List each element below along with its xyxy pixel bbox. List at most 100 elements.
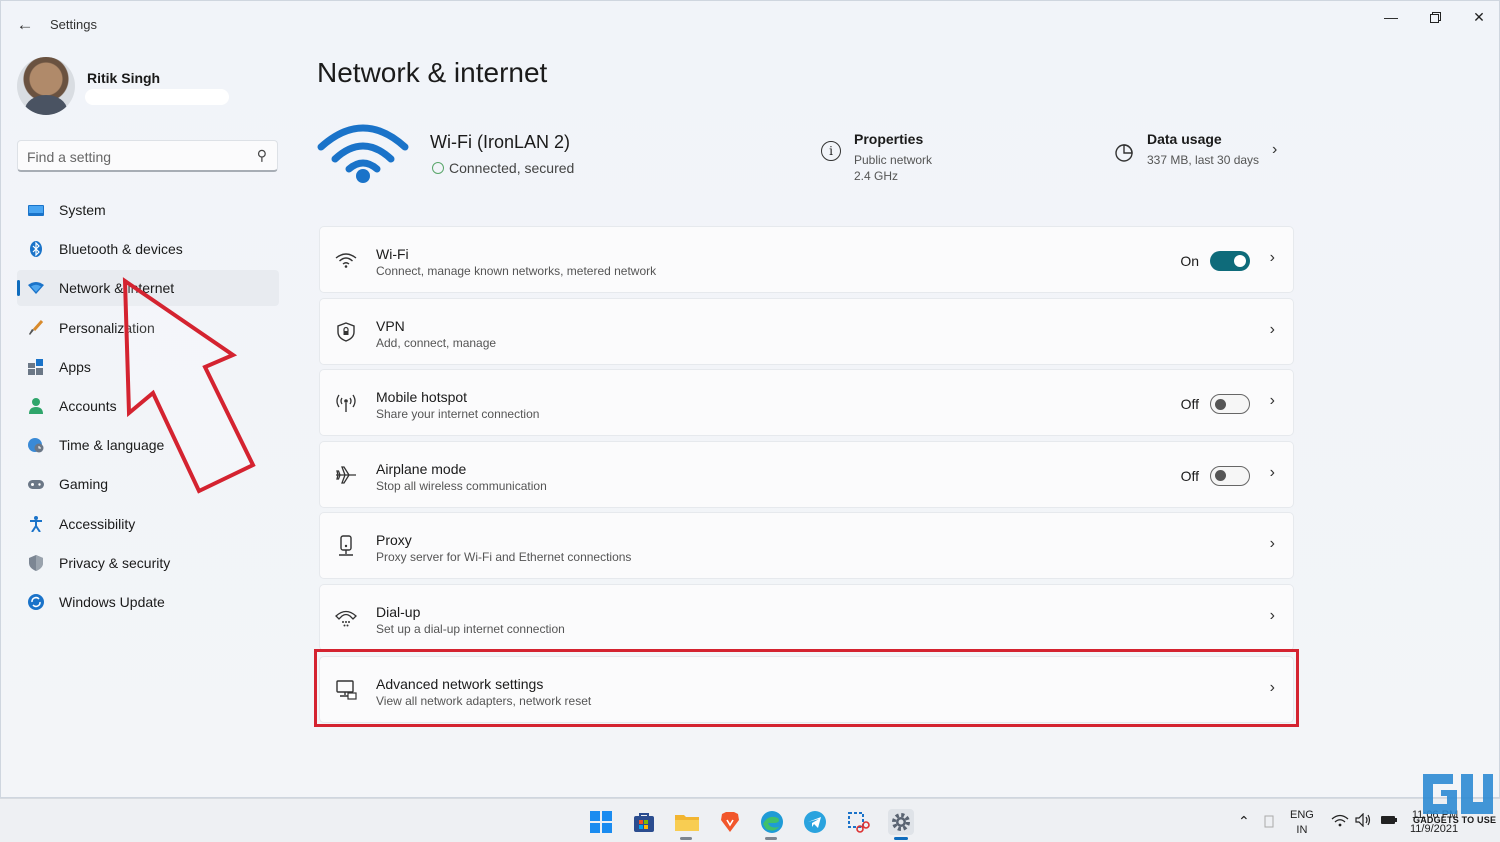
snipping-tool-icon[interactable]: [845, 809, 871, 835]
language-indicator[interactable]: ENG IN: [1290, 808, 1314, 838]
profile-email-redacted: [85, 89, 229, 105]
update-icon: [28, 593, 44, 610]
hotspot-toggle[interactable]: [1210, 394, 1250, 415]
start-icon[interactable]: [588, 809, 614, 835]
card-title: Dial-up: [376, 603, 421, 620]
card-desc: Set up a dial-up internet connection: [376, 621, 565, 636]
sidebar-item-apps[interactable]: Apps: [17, 349, 279, 385]
gamepad-icon: [28, 476, 44, 492]
card-dial-up[interactable]: Dial-up Set up a dial-up internet connec…: [319, 583, 1294, 651]
sidebar-item-label: System: [59, 202, 106, 218]
sidebar-nav: System Bluetooth & devices Network & int…: [17, 192, 279, 623]
network-icon: [28, 280, 44, 296]
card-desc: Add, connect, manage: [376, 335, 497, 350]
properties-band: 2.4 GHz: [854, 169, 899, 183]
chevron-up-icon[interactable]: ⌃: [1238, 813, 1250, 830]
sidebar-item-label: Personalization: [59, 319, 155, 336]
card-desc: Proxy server for Wi-Fi and Ethernet conn…: [376, 550, 632, 565]
sidebar-item-windows-update[interactable]: Windows Update: [17, 584, 279, 620]
dialup-icon: [335, 607, 357, 629]
sidebar-item-accessibility[interactable]: Accessibility: [17, 506, 279, 542]
airplane-toggle-label: Off: [1180, 467, 1199, 484]
volume-icon[interactable]: [1355, 812, 1373, 830]
card-advanced-network-settings[interactable]: Advanced network settings View all netwo…: [319, 655, 1294, 723]
avatar[interactable]: [17, 57, 75, 115]
data-usage-button[interactable]: Data usage 337 MB, last 30 days ›: [1114, 131, 1294, 181]
card-title: Wi-Fi: [376, 246, 409, 262]
sidebar-item-label: Privacy & security: [59, 554, 171, 571]
chevron-right-icon: ›: [1269, 535, 1275, 553]
chevron-right-icon: ›: [1269, 320, 1275, 338]
card-proxy[interactable]: Proxy Proxy server for Wi-Fi and Etherne…: [319, 512, 1294, 580]
battery-tray-icon[interactable]: [1264, 814, 1274, 831]
sidebar-item-network[interactable]: Network & internet: [17, 270, 279, 307]
proxy-icon: [335, 535, 357, 557]
wifi-toggle-label: On: [1180, 253, 1199, 269]
sidebar-item-gaming[interactable]: Gaming: [17, 466, 279, 502]
card-title: Mobile hotspot: [376, 389, 468, 406]
back-arrow-icon[interactable]: ←: [13, 13, 37, 37]
info-icon: i: [821, 141, 841, 161]
bluetooth-icon: [28, 241, 44, 258]
data-usage-title: Data usage: [1147, 131, 1222, 147]
wifi-large-icon: [317, 124, 409, 183]
connection-name: Wi-Fi (IronLAN 2): [430, 132, 571, 152]
search-box[interactable]: ⚲: [17, 140, 278, 172]
edge-icon[interactable]: [759, 809, 785, 835]
pie-chart-icon: [1115, 144, 1133, 162]
card-title: Airplane mode: [376, 460, 467, 477]
data-usage-subtitle: 337 MB, last 30 days: [1147, 153, 1260, 167]
hotspot-toggle-label: Off: [1180, 396, 1199, 413]
profile-name: Ritik Singh: [87, 70, 161, 86]
sidebar-item-label: Accessibility: [59, 515, 136, 532]
search-icon[interactable]: ⚲: [257, 147, 267, 164]
properties-title: Properties: [854, 131, 924, 147]
connection-status: Connected, secured: [432, 160, 574, 176]
vpn-shield-icon: [335, 321, 357, 343]
wifi-toggle[interactable]: [1210, 251, 1250, 271]
chevron-right-icon: ›: [1269, 606, 1275, 624]
system-icon: [28, 202, 44, 218]
card-vpn[interactable]: VPN Add, connect, manage ›: [319, 297, 1294, 365]
chevron-right-icon: ›: [1269, 392, 1275, 410]
close-icon[interactable]: ✕: [1457, 7, 1500, 27]
shield-icon: [28, 554, 44, 571]
sidebar-item-label: Accounts: [59, 397, 117, 414]
accessibility-icon: [28, 515, 44, 532]
sidebar-item-label: Bluetooth & devices: [59, 241, 183, 258]
card-desc: Connect, manage known networks, metered …: [376, 264, 657, 278]
chevron-right-icon: ›: [1269, 249, 1275, 266]
minimize-icon[interactable]: —: [1369, 7, 1413, 27]
settings-active-indicator: [894, 837, 908, 840]
card-wifi[interactable]: Wi-Fi Connect, manage known networks, me…: [319, 226, 1294, 293]
sidebar-item-bluetooth[interactable]: Bluetooth & devices: [17, 231, 279, 267]
language-code: ENG: [1290, 809, 1314, 821]
sidebar-item-system[interactable]: System: [17, 192, 279, 228]
sidebar-item-label: Gaming: [59, 476, 109, 493]
chevron-right-icon: ›: [1269, 463, 1275, 481]
card-mobile-hotspot[interactable]: Mobile hotspot Share your internet conne…: [319, 369, 1294, 437]
settings-list: Wi-Fi Connect, manage known networks, me…: [319, 226, 1294, 727]
battery-icon[interactable]: [1380, 814, 1398, 829]
airplane-toggle[interactable]: [1210, 465, 1250, 486]
search-input[interactable]: [27, 147, 247, 167]
sidebar-item-personalization[interactable]: Personalization: [17, 310, 279, 346]
telegram-icon[interactable]: [802, 809, 828, 835]
brave-icon[interactable]: [717, 809, 743, 835]
wifi-tray-icon[interactable]: [1331, 814, 1349, 830]
sidebar-item-time-language[interactable]: Time & language: [17, 427, 279, 463]
connection-status-text: Connected, secured: [449, 160, 575, 176]
watermark-text: GADGETS TO USE: [1413, 815, 1497, 825]
settings-icon[interactable]: [888, 809, 914, 835]
properties-network-type: Public network: [854, 153, 933, 167]
sidebar-item-label: Time & language: [59, 437, 165, 454]
file-explorer-icon[interactable]: [674, 809, 700, 835]
restore-icon[interactable]: [1413, 7, 1457, 27]
store-icon[interactable]: [631, 809, 657, 835]
card-airplane-mode[interactable]: Airplane mode Stop all wireless communic…: [319, 440, 1294, 508]
airplane-icon: [335, 464, 357, 486]
sidebar-item-accounts[interactable]: Accounts: [17, 388, 279, 424]
sidebar-item-label: Network & internet: [59, 280, 175, 297]
sidebar-item-privacy-security[interactable]: Privacy & security: [17, 545, 279, 581]
globe-icon: [432, 162, 444, 174]
